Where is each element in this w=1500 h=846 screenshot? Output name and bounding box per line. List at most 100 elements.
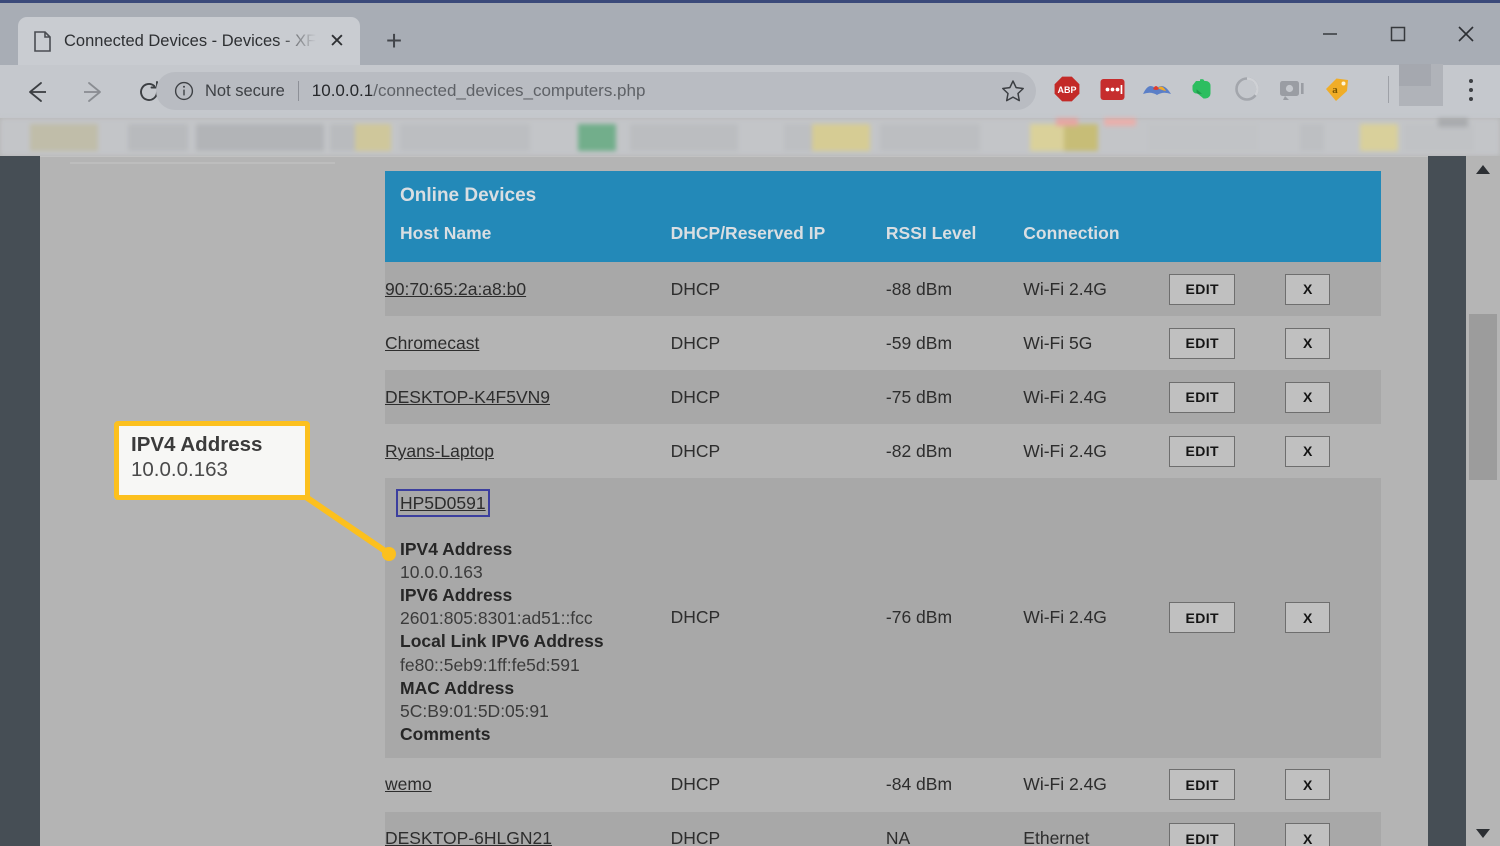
profile-avatar[interactable] <box>1399 64 1443 106</box>
page-left-gutter <box>0 156 40 846</box>
host-name-link[interactable]: HP5D0591 <box>400 493 486 513</box>
bookmark-item-redacted[interactable] <box>30 124 98 151</box>
cell-dhcp-ip: DHCP <box>671 262 886 316</box>
bookmark-star-icon[interactable] <box>1000 78 1026 104</box>
circle-extension-icon[interactable] <box>1232 74 1262 104</box>
vertical-scrollbar[interactable] <box>1466 156 1500 846</box>
delete-button[interactable]: X <box>1285 769 1330 800</box>
edit-button[interactable]: EDIT <box>1169 382 1235 413</box>
column-header-delete <box>1285 213 1381 262</box>
bookmark-item-redacted[interactable] <box>1064 124 1098 151</box>
screenshot-extension-icon[interactable] <box>1277 74 1307 104</box>
bookmarks-bar[interactable] <box>0 118 1500 156</box>
bookmark-item-redacted[interactable] <box>128 124 188 151</box>
not-secure-info-icon[interactable] <box>174 81 194 101</box>
scrollbar-thumb[interactable] <box>1469 314 1497 480</box>
cell-host-name: Ryans-Laptop <box>385 424 671 478</box>
bookmark-item-redacted[interactable] <box>1104 118 1136 126</box>
page-icon <box>34 31 51 52</box>
online-devices-table: Online Devices Host Name DHCP/Reserved I… <box>385 171 1381 846</box>
host-name-link[interactable]: DESKTOP-6HLGN21 <box>385 828 552 846</box>
bookmark-item-redacted[interactable] <box>880 124 980 151</box>
cell-delete: X <box>1285 424 1381 478</box>
sidebar-partial-element <box>70 162 335 164</box>
bookmark-item-redacted[interactable] <box>1300 124 1324 151</box>
password-manager-extension-icon[interactable] <box>1097 74 1127 104</box>
bookmark-item-redacted[interactable] <box>578 124 616 151</box>
host-name-link[interactable]: wemo <box>385 774 432 794</box>
scroll-down-arrow-icon[interactable] <box>1466 822 1500 844</box>
cell-dhcp-ip: DHCP <box>671 316 886 370</box>
bookmark-item-redacted[interactable] <box>196 124 324 151</box>
browser-window: Connected Devices - Devices - XF ✕ + <box>0 0 1500 846</box>
minimize-icon[interactable] <box>1296 6 1364 62</box>
bookmark-item-redacted[interactable] <box>1148 124 1258 151</box>
delete-button[interactable]: X <box>1285 382 1330 413</box>
bookmark-item-redacted[interactable] <box>812 124 870 151</box>
bookmark-item-redacted[interactable] <box>1360 124 1398 151</box>
amber-tag-extension-icon[interactable]: a <box>1322 74 1352 104</box>
host-name-link[interactable]: Chromecast <box>385 333 479 353</box>
bookmark-item-redacted[interactable] <box>355 124 391 151</box>
delete-button[interactable]: X <box>1285 328 1330 359</box>
detail-value: 10.0.0.163 <box>400 561 671 584</box>
column-header-dhcp-ip: DHCP/Reserved IP <box>671 213 886 262</box>
edit-button[interactable]: EDIT <box>1169 823 1235 846</box>
forward-icon[interactable] <box>70 69 116 115</box>
delete-button[interactable]: X <box>1285 436 1330 467</box>
host-name-link[interactable]: 90:70:65:2a:a8:b0 <box>385 279 526 299</box>
colorful-bird-extension-icon[interactable] <box>1142 74 1172 104</box>
cell-edit: EDIT <box>1169 758 1285 812</box>
scroll-up-arrow-icon[interactable] <box>1466 158 1500 180</box>
cell-rssi-level: -84 dBm <box>886 758 1023 812</box>
bookmark-item-redacted[interactable] <box>630 124 738 151</box>
cell-rssi-level: -59 dBm <box>886 316 1023 370</box>
cell-connection: Wi-Fi 5G <box>1023 316 1169 370</box>
back-icon[interactable] <box>14 69 60 115</box>
edit-button[interactable]: EDIT <box>1169 328 1235 359</box>
chrome-menu-icon[interactable] <box>1458 76 1484 104</box>
cell-rssi-level: -75 dBm <box>886 370 1023 424</box>
detail-value: 5C:B9:01:5D:05:91 <box>400 700 671 723</box>
table-title: Online Devices <box>385 171 1381 213</box>
bookmark-item-redacted[interactable] <box>1056 118 1078 126</box>
delete-button[interactable]: X <box>1285 602 1330 633</box>
close-icon[interactable] <box>1432 6 1500 62</box>
edit-button[interactable]: EDIT <box>1169 769 1235 800</box>
address-bar[interactable]: Not secure 10.0.0.1/connected_devices_co… <box>156 72 1036 110</box>
table-title-row: Online Devices <box>385 171 1381 213</box>
table-row: DESKTOP-K4F5VN9DHCP-75 dBmWi-Fi 2.4GEDIT… <box>385 370 1381 424</box>
delete-button[interactable]: X <box>1285 823 1330 846</box>
column-header-edit <box>1169 213 1285 262</box>
cell-host-name: wemo <box>385 758 671 812</box>
content-top-divider <box>40 156 1428 157</box>
edit-button[interactable]: EDIT <box>1169 602 1235 633</box>
host-name-link[interactable]: Ryans-Laptop <box>385 441 494 461</box>
browser-tab[interactable]: Connected Devices - Devices - XF ✕ <box>18 17 360 65</box>
new-tab-button[interactable]: + <box>378 25 410 57</box>
bookmark-item-redacted[interactable] <box>784 124 812 151</box>
omnibox-divider <box>298 81 299 101</box>
bookmark-item-redacted[interactable] <box>1404 124 1474 151</box>
maximize-icon[interactable] <box>1364 6 1432 62</box>
cell-delete: X <box>1285 812 1381 846</box>
cell-edit: EDIT <box>1169 812 1285 846</box>
bookmark-item-redacted[interactable] <box>1030 124 1064 151</box>
edit-button[interactable]: EDIT <box>1169 436 1235 467</box>
bookmark-item-redacted[interactable] <box>400 124 530 151</box>
host-link-wrapper: HP5D0591 <box>400 492 671 515</box>
table-row: wemoDHCP-84 dBmWi-Fi 2.4GEDITX <box>385 758 1381 812</box>
host-name-link[interactable]: DESKTOP-K4F5VN9 <box>385 387 550 407</box>
cell-connection: Wi-Fi 2.4G <box>1023 758 1169 812</box>
bookmark-item-redacted[interactable] <box>1438 118 1468 127</box>
evernote-extension-icon[interactable] <box>1187 74 1217 104</box>
cell-delete: X <box>1285 262 1381 316</box>
delete-button[interactable]: X <box>1285 274 1330 305</box>
cell-delete: X <box>1285 478 1381 758</box>
tab-close-icon[interactable]: ✕ <box>324 28 350 54</box>
detail-value: fe80::5eb9:1ff:fe5d:591 <box>400 654 671 677</box>
cell-delete: X <box>1285 316 1381 370</box>
edit-button[interactable]: EDIT <box>1169 274 1235 305</box>
cell-dhcp-ip: DHCP <box>671 424 886 478</box>
adblock-plus-extension-icon[interactable]: ABP <box>1052 74 1082 104</box>
